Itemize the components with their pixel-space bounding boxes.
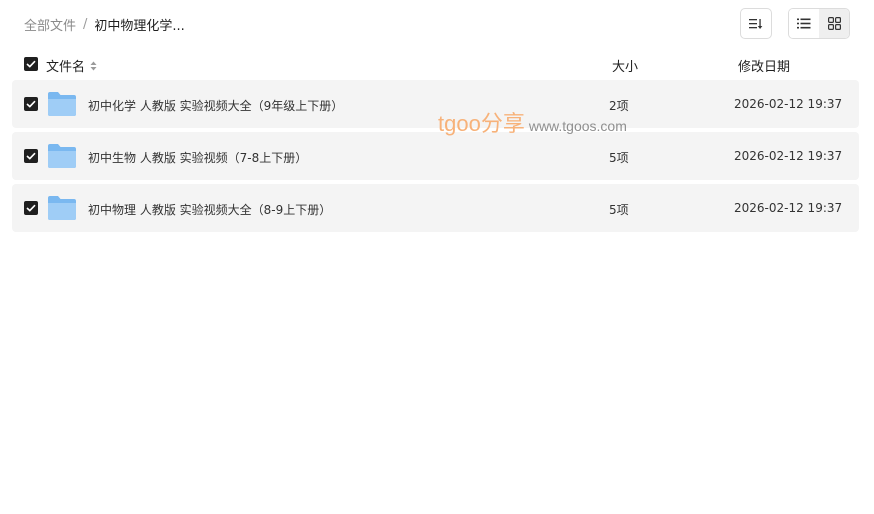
view-toggle	[788, 8, 850, 39]
file-date: 2026-02-12 19:37	[734, 97, 843, 111]
grid-view-icon	[827, 17, 841, 30]
size-column-header[interactable]: 大小	[612, 56, 638, 75]
list-view-icon	[797, 18, 811, 29]
file-date: 2026-02-12 19:37	[734, 201, 843, 215]
breadcrumb-root-link[interactable]: 全部文件	[24, 15, 76, 34]
file-name[interactable]: 初中生物 人教版 实验视频（7-8上下册）	[88, 149, 307, 166]
grid-view-button[interactable]	[819, 9, 849, 38]
breadcrumb-separator: /	[83, 17, 88, 32]
select-all-checkbox[interactable]	[24, 57, 38, 71]
folder-icon	[48, 92, 76, 116]
row-checkbox[interactable]	[24, 97, 38, 111]
check-icon	[26, 152, 36, 160]
file-size: 5项	[609, 151, 629, 165]
name-column-header[interactable]: 文件名	[46, 56, 97, 75]
sort-button[interactable]	[740, 8, 772, 39]
sort-lines-icon	[749, 18, 763, 29]
check-icon	[26, 60, 36, 68]
row-checkbox[interactable]	[24, 201, 38, 215]
breadcrumb-current: 初中物理化学...	[94, 19, 185, 34]
folder-icon	[48, 196, 76, 220]
name-header-label: 文件名	[46, 60, 86, 75]
file-date: 2026-02-12 19:37	[734, 149, 843, 163]
sort-caret-icon	[90, 61, 97, 71]
check-icon	[26, 204, 36, 212]
date-column-header[interactable]: 修改日期	[738, 56, 790, 75]
list-view-button[interactable]	[789, 9, 819, 38]
folder-icon	[48, 144, 76, 168]
top-bar: 全部文件 / 初中物理化学...	[0, 0, 874, 48]
row-checkbox[interactable]	[24, 149, 38, 163]
file-name[interactable]: 初中化学 人教版 实验视频大全（9年级上下册）	[88, 97, 343, 114]
file-size: 5项	[609, 203, 629, 217]
table-row[interactable]: 初中生物 人教版 实验视频（7-8上下册） 5项 2026-02-12 19:3…	[12, 132, 859, 180]
file-size: 2项	[609, 99, 629, 113]
table-row[interactable]: 初中化学 人教版 实验视频大全（9年级上下册） 2项 2026-02-12 19…	[12, 80, 859, 128]
file-name[interactable]: 初中物理 人教版 实验视频大全（8-9上下册）	[88, 201, 331, 218]
check-icon	[26, 100, 36, 108]
table-row[interactable]: 初中物理 人教版 实验视频大全（8-9上下册） 5项 2026-02-12 19…	[12, 184, 859, 232]
file-list: 初中化学 人教版 实验视频大全（9年级上下册） 2项 2026-02-12 19…	[12, 80, 859, 236]
breadcrumb: 全部文件 / 初中物理化学...	[24, 15, 185, 34]
table-header: 文件名 大小 修改日期	[12, 52, 859, 76]
